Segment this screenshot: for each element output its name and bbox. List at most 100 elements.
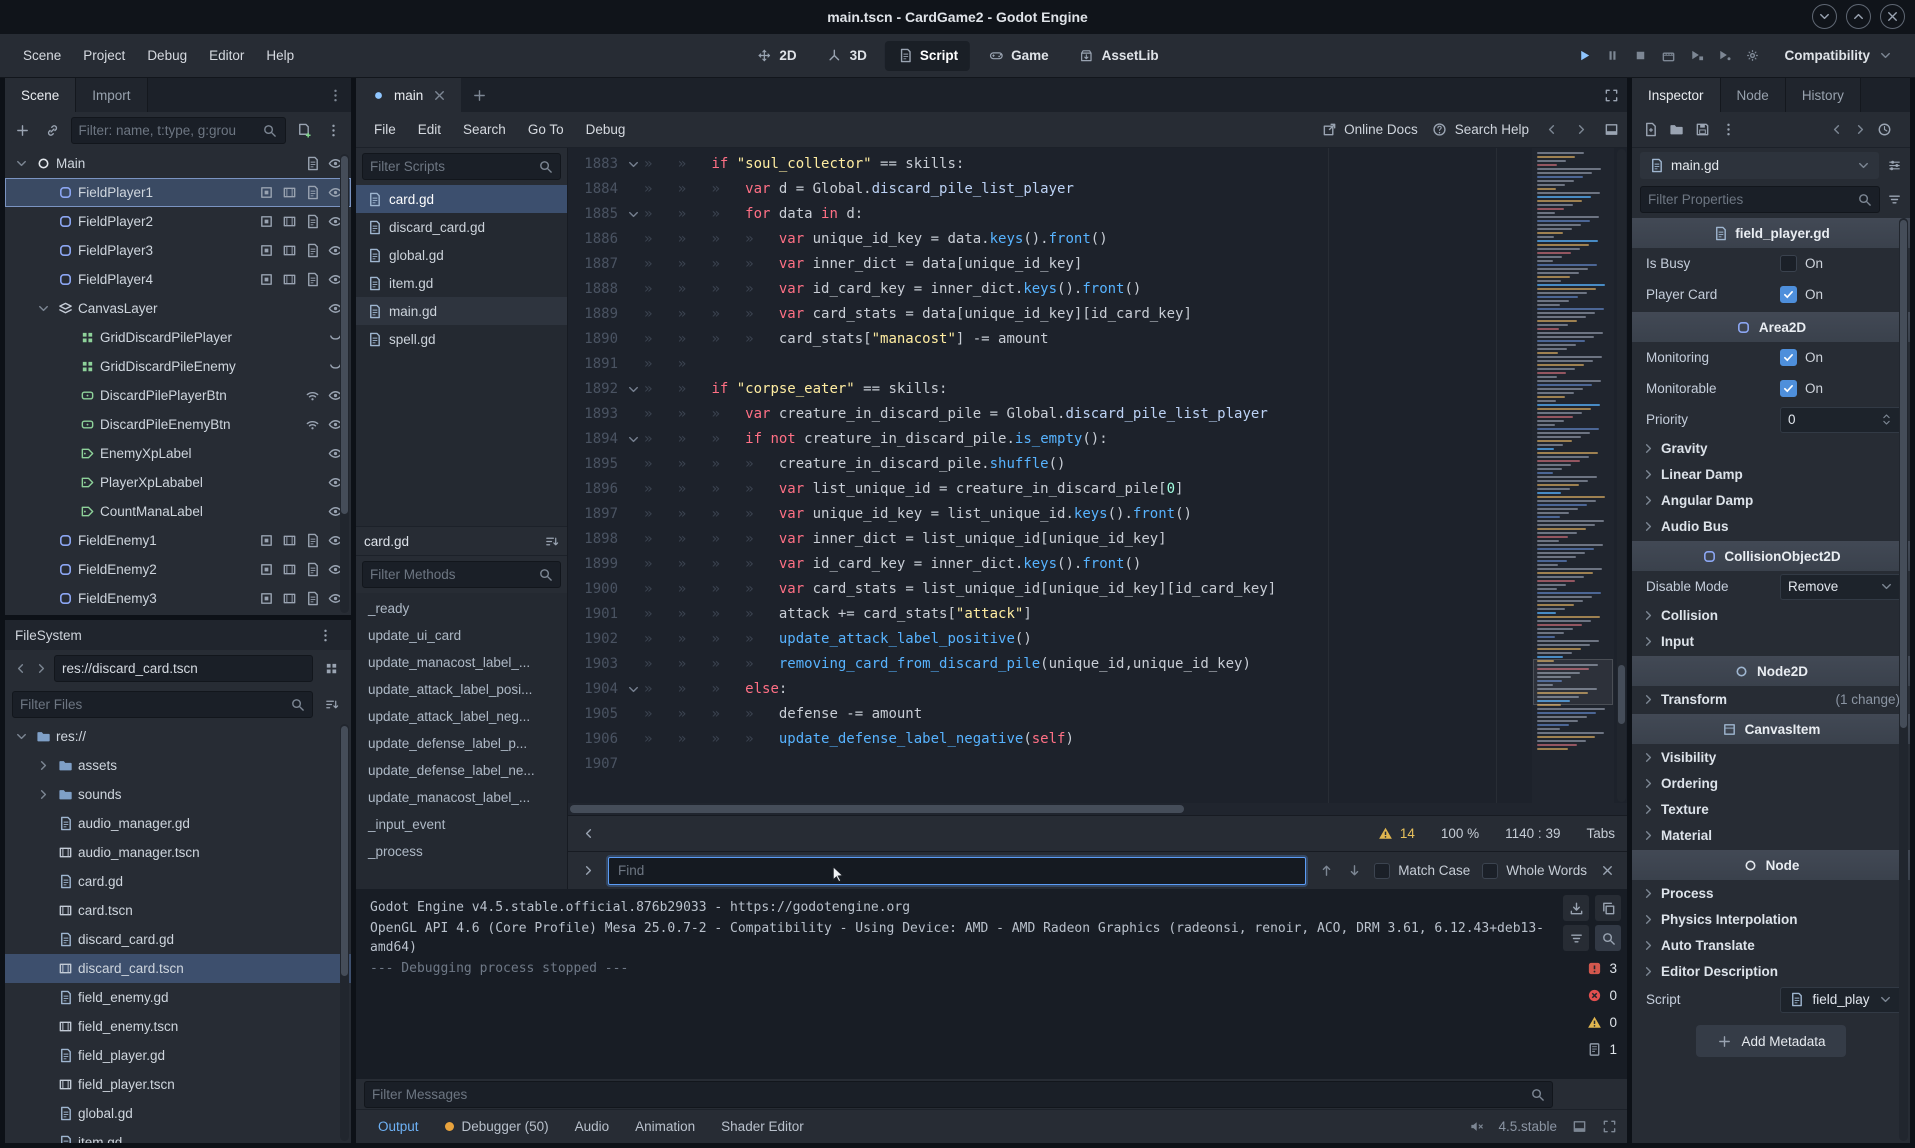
- code-hscrollbar[interactable]: [568, 803, 1627, 815]
- method-sort-icon[interactable]: [543, 533, 559, 549]
- scene-tree-item[interactable]: DiscardPileEnemyBtn: [5, 410, 351, 439]
- scene-tree-item[interactable]: GridDiscardPilePlayer: [5, 323, 351, 352]
- chev-d-icon[interactable]: [36, 301, 52, 317]
- load-resource-icon[interactable]: [1668, 122, 1684, 138]
- output-log[interactable]: Godot Engine v4.5.stable.official.876b29…: [356, 889, 1627, 1079]
- method-list-item[interactable]: update_attack_label_posi...: [356, 676, 567, 703]
- pause-button[interactable]: [1604, 48, 1620, 64]
- dock-icon[interactable]: [1571, 1119, 1587, 1135]
- slot-icon[interactable]: [258, 272, 274, 288]
- dock-menu-icon[interactable]: [327, 87, 343, 103]
- code-line[interactable]: 1895» » » » creature_in_discard_pile.shu…: [568, 452, 1627, 477]
- code-line[interactable]: 1903» » » » removing_card_from_discard_p…: [568, 652, 1627, 677]
- filter-properties-input[interactable]: [1648, 192, 1850, 207]
- code-line[interactable]: 1906» » » » update_defense_label_negativ…: [568, 727, 1627, 752]
- find-input[interactable]: [608, 857, 1306, 885]
- errors-panel-toggle-icon[interactable]: [580, 826, 596, 842]
- find-prev-icon[interactable]: [1318, 863, 1334, 879]
- filter-messages-input[interactable]: [372, 1087, 1523, 1102]
- bottom-tab-output[interactable]: Output: [366, 1112, 431, 1141]
- add-node-button[interactable]: [11, 118, 35, 144]
- extra-resource-options-icon[interactable]: [1886, 157, 1902, 173]
- bottom-tab-animation[interactable]: Animation: [623, 1112, 707, 1141]
- code-line[interactable]: 1902» » » » update_attack_label_positive…: [568, 627, 1627, 652]
- script-selector[interactable]: field_play: [1780, 987, 1902, 1013]
- filesystem-item[interactable]: field_player.gd: [5, 1041, 351, 1070]
- maximize-button[interactable]: [1846, 4, 1871, 29]
- warning-count[interactable]: 14: [1378, 826, 1415, 842]
- filesystem-item[interactable]: audio_manager.tscn: [5, 838, 351, 867]
- inspector-group[interactable]: Process: [1632, 880, 1910, 906]
- play-custom-scene-button[interactable]: [1716, 48, 1732, 64]
- dock-tab-history[interactable]: History: [1786, 78, 1861, 112]
- checkbox[interactable]: [1780, 286, 1797, 303]
- method-list-item[interactable]: _ready: [356, 595, 567, 622]
- code-line[interactable]: 1898» » » » var inner_dict = list_unique…: [568, 527, 1627, 552]
- workspace-3d[interactable]: 3D: [815, 41, 879, 71]
- history-icon[interactable]: [1876, 122, 1892, 138]
- add-metadata-button[interactable]: Add Metadata: [1696, 1025, 1845, 1057]
- inspector-group[interactable]: Audio Bus: [1632, 513, 1910, 539]
- inspector-scrollbar[interactable]: [1899, 218, 1908, 1141]
- bottom-tab-shader-editor[interactable]: Shader Editor: [709, 1112, 816, 1141]
- inspector-group[interactable]: Transform(1 change): [1632, 686, 1910, 712]
- renderer-selector[interactable]: Compatibility: [1774, 42, 1903, 70]
- new-tab-button[interactable]: [461, 78, 497, 112]
- property-filter-icon[interactable]: [1886, 191, 1902, 207]
- code-line[interactable]: 1890» » » » card_stats["manacost"] -= am…: [568, 327, 1627, 352]
- filesystem-item[interactable]: audio_manager.gd: [5, 809, 351, 838]
- code-line[interactable]: 1893» » » var creature_in_discard_pile =…: [568, 402, 1627, 427]
- collapse-duplicates-button[interactable]: [1563, 925, 1589, 951]
- slot-icon[interactable]: [258, 533, 274, 549]
- slot-icon[interactable]: [258, 591, 274, 607]
- play-button[interactable]: [1576, 48, 1592, 64]
- script-list-item[interactable]: discard_card.gd: [356, 213, 567, 241]
- script-icon[interactable]: [304, 272, 320, 288]
- distraction-free-icon[interactable]: [1603, 87, 1619, 103]
- scene-tree-item[interactable]: CanvasLayer: [5, 294, 351, 323]
- workspace-assetlib[interactable]: AssetLib: [1067, 41, 1171, 71]
- filesystem-item[interactable]: res://: [5, 722, 351, 751]
- code-line[interactable]: 1889» » » » var card_stats = data[unique…: [568, 302, 1627, 327]
- find-close-icon[interactable]: [1599, 863, 1615, 879]
- match-case-checkbox[interactable]: Match Case: [1374, 863, 1470, 879]
- code-line[interactable]: 1884» » » var d = Global.discard_pile_li…: [568, 177, 1627, 202]
- script-menu-debug[interactable]: Debug: [576, 116, 636, 143]
- inspector-group[interactable]: Collision: [1632, 602, 1910, 628]
- signal-icon[interactable]: [304, 417, 320, 433]
- workspace-2d[interactable]: 2D: [744, 41, 808, 71]
- script-icon[interactable]: [304, 243, 320, 259]
- movie-maker-button[interactable]: [1660, 48, 1676, 64]
- bottom-tab-debugger-50-[interactable]: Debugger (50): [433, 1112, 561, 1141]
- script-menu-file[interactable]: File: [364, 116, 406, 143]
- code-line[interactable]: 1887» » » » var inner_dict = data[unique…: [568, 252, 1627, 277]
- script-icon[interactable]: [304, 185, 320, 201]
- scene-tree-item[interactable]: PlayerXpLababel: [5, 468, 351, 497]
- filesystem-item[interactable]: discard_card.gd: [5, 925, 351, 954]
- code-line[interactable]: 1892» » if "corpse_eater" == skills:: [568, 377, 1627, 402]
- online-docs-button[interactable]: Online Docs: [1321, 122, 1418, 138]
- code-line[interactable]: 1885» » » for data in d:: [568, 202, 1627, 227]
- inspector-group[interactable]: Ordering: [1632, 770, 1910, 796]
- log-counter[interactable]: 1: [1586, 1036, 1621, 1063]
- film-icon[interactable]: [281, 214, 297, 230]
- method-list-item[interactable]: update_manacost_label_...: [356, 784, 567, 811]
- instance-scene-button[interactable]: [41, 118, 65, 144]
- code-line[interactable]: 1894» » » if not creature_in_discard_pil…: [568, 427, 1627, 452]
- play-scene-button[interactable]: [1688, 48, 1704, 64]
- scene-tree-item[interactable]: EnemyXpLabel: [5, 439, 351, 468]
- history-forward-icon[interactable]: [1852, 122, 1868, 138]
- code-line[interactable]: 1907: [568, 752, 1627, 777]
- code-editor[interactable]: 1883» » if "soul_collector" == skills:18…: [568, 148, 1627, 803]
- method-list-item[interactable]: _process: [356, 838, 567, 865]
- method-list-item[interactable]: update_defense_label_p...: [356, 730, 567, 757]
- bottom-tab-audio[interactable]: Audio: [563, 1112, 622, 1141]
- inspector-group[interactable]: Physics Interpolation: [1632, 906, 1910, 932]
- menu-help[interactable]: Help: [255, 41, 305, 70]
- method-list-item[interactable]: _input_event: [356, 811, 567, 838]
- filesystem-item[interactable]: global.gd: [5, 1099, 351, 1128]
- script-list-item[interactable]: card.gd: [356, 185, 567, 213]
- filesystem-item[interactable]: field_player.tscn: [5, 1070, 351, 1099]
- dock-tab-inspector[interactable]: Inspector: [1632, 78, 1721, 112]
- dock-tab-import[interactable]: Import: [76, 78, 147, 112]
